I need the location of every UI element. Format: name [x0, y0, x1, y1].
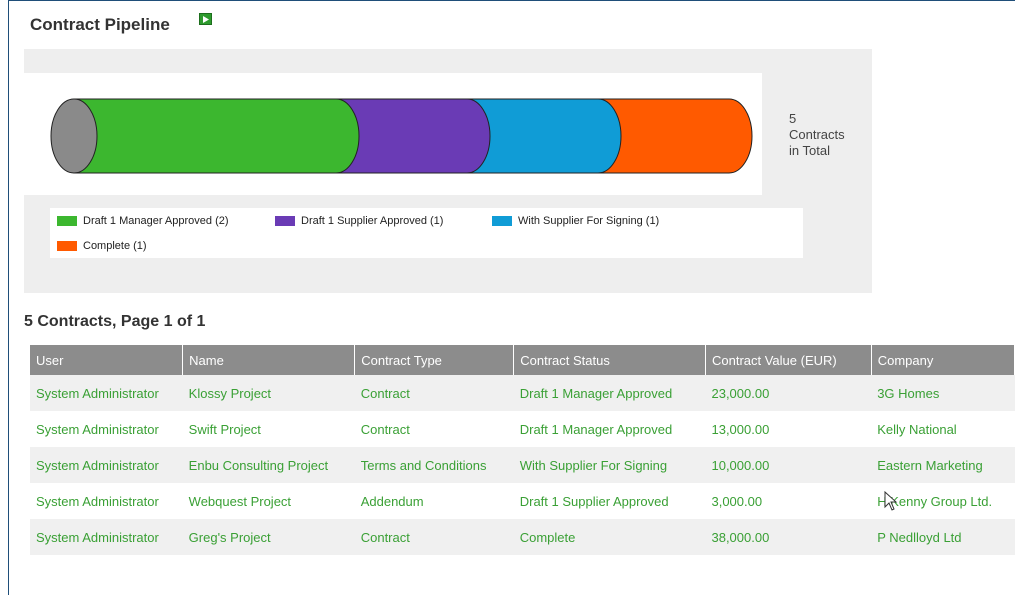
- legend-item-supplier-signing: With Supplier For Signing (1): [492, 215, 659, 227]
- cell-contract-status[interactable]: With Supplier For Signing: [513, 447, 706, 483]
- cell-contract-type[interactable]: Contract: [354, 375, 514, 411]
- page-title: Contract Pipeline: [30, 15, 170, 34]
- panel-border-left: [8, 0, 9, 595]
- legend-swatch: [57, 241, 77, 251]
- pipeline-cylinder-chart: [50, 98, 753, 174]
- cell-user[interactable]: System Administrator: [30, 519, 183, 555]
- cylinder-chart-area: [24, 73, 762, 195]
- legend-label: Draft 1 Supplier Approved (1): [301, 215, 444, 227]
- column-header-name[interactable]: Name: [182, 345, 356, 375]
- legend-label: Complete (1): [83, 240, 147, 252]
- cell-user[interactable]: System Administrator: [30, 411, 183, 447]
- cell-contract-value[interactable]: 38,000.00: [705, 519, 872, 555]
- table-header-row: User Name Contract Type Contract Status …: [30, 345, 1015, 375]
- contracts-heading: 5 Contracts, Page 1 of 1: [24, 313, 206, 330]
- cell-contract-status[interactable]: Draft 1 Supplier Approved: [514, 483, 706, 519]
- play-icon[interactable]: [199, 13, 212, 25]
- table-row[interactable]: System Administrator Klossy Project Cont…: [30, 375, 1015, 411]
- legend-swatch: [492, 216, 512, 226]
- cell-contract-value[interactable]: 3,000.00: [705, 483, 871, 519]
- cell-contract-status[interactable]: Draft 1 Manager Approved: [513, 375, 706, 411]
- cell-contract-type[interactable]: Contract: [354, 519, 514, 555]
- cell-contract-type[interactable]: Terms and Conditions: [354, 447, 514, 483]
- cell-contract-value[interactable]: 13,000.00: [705, 411, 871, 447]
- total-contracts: 5 Contracts in Total: [789, 111, 869, 159]
- table-row[interactable]: System Administrator Greg's Project Cont…: [30, 519, 1015, 555]
- cell-company[interactable]: P Nedlloyd Ltd: [871, 519, 1015, 555]
- legend-swatch: [57, 216, 77, 226]
- cell-user[interactable]: System Administrator: [30, 375, 183, 411]
- cell-company[interactable]: Eastern Marketing: [871, 447, 1015, 483]
- cylinder-end-cap: [50, 98, 98, 174]
- column-header-contract-type[interactable]: Contract Type: [354, 345, 515, 375]
- table-row[interactable]: System Administrator Webquest Project Ad…: [30, 483, 1015, 519]
- contracts-table: User Name Contract Type Contract Status …: [30, 345, 1015, 555]
- column-header-contract-value[interactable]: Contract Value (EUR): [705, 345, 872, 375]
- cell-name[interactable]: Klossy Project: [182, 375, 355, 411]
- cell-company[interactable]: 3G Homes: [871, 375, 1015, 411]
- cell-name[interactable]: Enbu Consulting Project: [182, 447, 355, 483]
- cell-user[interactable]: System Administrator: [30, 483, 183, 519]
- cylinder-segment-1[interactable]: [73, 98, 360, 174]
- cell-user[interactable]: System Administrator: [30, 447, 183, 483]
- column-header-contract-status[interactable]: Contract Status: [513, 345, 706, 375]
- cell-company[interactable]: Kelly National: [871, 411, 1014, 447]
- total-count: 5: [789, 111, 797, 126]
- total-label-line2: in Total: [789, 143, 830, 158]
- mouse-cursor-icon: [884, 491, 898, 511]
- cell-name[interactable]: Greg's Project: [182, 519, 355, 555]
- cell-name[interactable]: Webquest Project: [183, 483, 355, 519]
- cell-contract-value[interactable]: 23,000.00: [705, 375, 872, 411]
- legend-label: Draft 1 Manager Approved (2): [83, 215, 229, 227]
- legend-swatch: [275, 216, 295, 226]
- legend-label: With Supplier For Signing (1): [518, 215, 660, 227]
- column-header-user[interactable]: User: [30, 345, 184, 375]
- cell-contract-value[interactable]: 10,000.00: [705, 447, 872, 483]
- cell-contract-type[interactable]: Addendum: [355, 483, 514, 519]
- cell-contract-status[interactable]: Complete: [513, 519, 706, 555]
- cell-contract-status[interactable]: Draft 1 Manager Approved: [514, 411, 706, 447]
- legend-item-complete: Complete (1): [57, 240, 147, 252]
- table-row[interactable]: System Administrator Swift Project Contr…: [30, 411, 1015, 447]
- legend-item-supplier-approved: Draft 1 Supplier Approved (1): [275, 215, 443, 227]
- cell-contract-type[interactable]: Contract: [355, 411, 514, 447]
- panel-border-top: [8, 0, 1015, 1]
- table-row[interactable]: System Administrator Enbu Consulting Pro…: [30, 447, 1015, 483]
- cell-name[interactable]: Swift Project: [183, 411, 355, 447]
- column-header-company[interactable]: Company: [871, 345, 1015, 375]
- total-label-line1: Contracts: [789, 127, 845, 142]
- legend-item-manager-approved: Draft 1 Manager Approved (2): [57, 215, 229, 227]
